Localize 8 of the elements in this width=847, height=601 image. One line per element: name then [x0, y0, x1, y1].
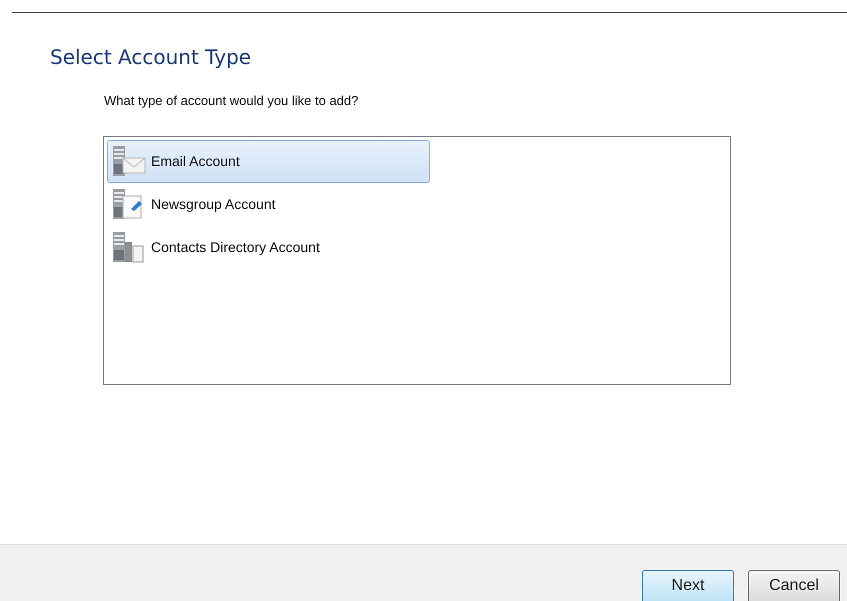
next-button[interactable]: Next	[642, 570, 734, 601]
account-type-item[interactable]: Email Account	[107, 140, 430, 182]
server-envelope-icon	[111, 144, 147, 178]
account-type-item[interactable]: Newsgroup Account	[107, 182, 430, 226]
account-type-item[interactable]: Contacts Directory Account	[107, 226, 430, 268]
wizard-title: Select Account Type	[50, 45, 252, 69]
cancel-button[interactable]: Cancel	[748, 570, 840, 601]
question-text: What type of account would you like to add?	[104, 92, 360, 110]
